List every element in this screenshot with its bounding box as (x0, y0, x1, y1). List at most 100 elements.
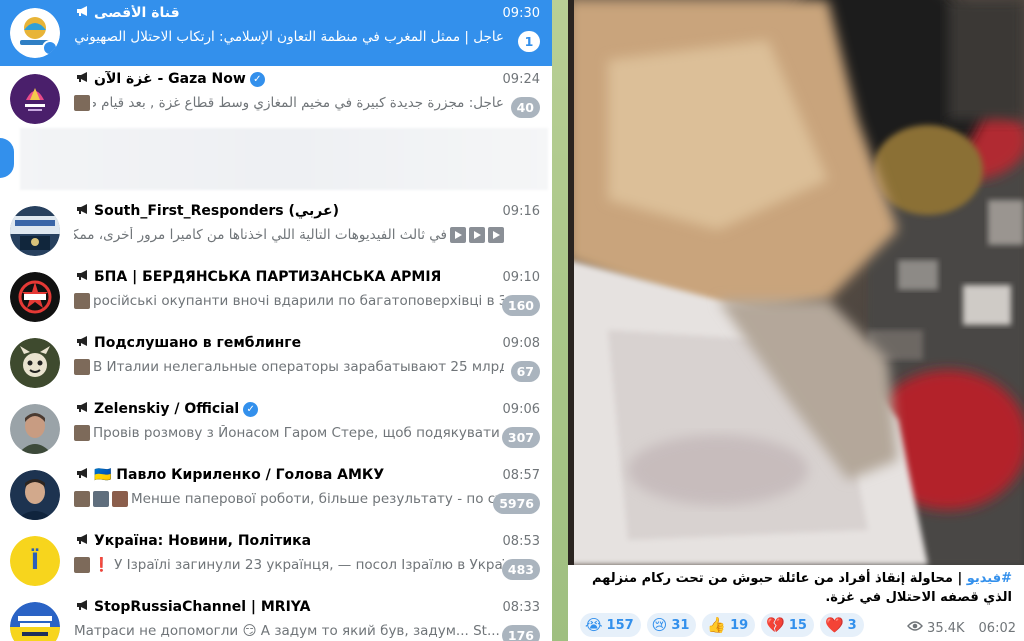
chat-time: 08:33 (502, 600, 540, 615)
chat-time: 09:06 (502, 402, 540, 417)
chat-preview: عاجل: مجزرة جديدة كبيرة في مخيم المغازي … (74, 95, 504, 111)
chat-time: 09:08 (502, 336, 540, 351)
chat-title: StopRussiaChannel | MRIYA (76, 599, 496, 615)
unread-count-badge: 5976 (493, 493, 540, 514)
chat-row-channel-kyrylenko[interactable]: 🇺🇦 Павло Кириленко / Голова АМКУ 08:57 Мен… (0, 462, 552, 528)
chat-title: South_First_Responders (عربي) (76, 203, 496, 219)
chat-preview-text: Менше паперової роботи, більше результат… (131, 491, 504, 507)
reaction-count: 3 (847, 617, 857, 633)
unread-count-badge: 307 (501, 427, 540, 448)
chat-time: 09:24 (502, 72, 540, 87)
chat-title-text: БПА | БЕРДЯНСЬКА ПАРТИЗАНСЬКА АРМІЯ (94, 269, 442, 285)
chat-title-text: Zelenskiy / Official (94, 401, 240, 417)
reaction-chip[interactable]: ❤️ 3 (819, 613, 864, 637)
chat-title: Україна: Новини, Політика (76, 533, 496, 549)
megaphone-icon (76, 533, 90, 549)
reaction-chip[interactable]: 💔 15 (761, 613, 814, 637)
views-eye-icon (907, 620, 923, 636)
chat-row-channel-gaza-now[interactable]: غزة الآن - Gaza Now ✓ 09:24 عاجل: مجزرة جدي… (0, 66, 552, 132)
reaction-emoji-icon: 👍 (707, 615, 727, 634)
chat-row-channel-south-first-responders[interactable]: South_First_Responders (عربي) 09:16 في ثال… (0, 198, 552, 264)
views-count: 35.4K (927, 620, 965, 636)
video-thumbnail-icon (450, 227, 466, 243)
chat-title: Zelenskiy / Official ✓ (76, 401, 496, 417)
reaction-emoji-icon: 💔 (766, 615, 785, 634)
video-thumbnail-icon (488, 227, 504, 243)
chat-row-channel-zelenskiy[interactable]: Zelenskiy / Official ✓ 09:06 Провів розмову… (0, 396, 552, 462)
megaphone-icon (76, 467, 90, 483)
chat-preview: في ثالث الفيديوهات التالية اللي اخذناها … (74, 227, 504, 243)
unread-count-badge: 1 (518, 31, 540, 52)
reaction-count: 19 (730, 617, 749, 633)
megaphone-icon (76, 335, 90, 351)
chat-title-text: 🇺🇦 Павло Кириленко / Голова АМКУ (94, 467, 385, 483)
reactions-bar: 😭 157 😢 31 👍 19 💔 15 ❤️ 3 (580, 613, 864, 637)
chat-preview-text: Матраси не допомогли 😏 А задум то який б… (74, 623, 500, 639)
chat-preview-text: عاجل: مجزرة جديدة كبيرة في مخيم المغازي … (93, 95, 504, 111)
chat-row-channel-al-aqsa[interactable]: قناة الأقصى 09:30 عاجل | ممثل المغرب في من… (0, 0, 552, 66)
unread-count-badge: 176 (501, 625, 540, 641)
chat-preview-text: Провів розмову з Йонасом Гаром Стере, що… (93, 425, 504, 441)
reaction-count: 31 (671, 617, 690, 633)
stoprussia-logo-avatar (10, 602, 60, 641)
media-thumbnail-icon (74, 491, 90, 507)
megaphone-icon (76, 203, 90, 219)
reaction-emoji-icon: 😭 (585, 615, 603, 634)
post-meta: 35.4K 06:02 (907, 620, 1016, 636)
megaphone-icon (76, 401, 90, 417)
chat-preview: ❗ У Ізраїлі загинули 23 українця, — посо… (74, 557, 504, 573)
chat-time: 08:57 (502, 468, 540, 483)
chat-preview: Провів розмову з Йонасом Гаром Стере, що… (74, 425, 504, 441)
chat-time: 09:10 (502, 270, 540, 285)
verified-badge-icon: ✓ (243, 401, 259, 417)
chat-title: Подслушано в гемблинге (76, 335, 496, 351)
caption-hashtag[interactable]: #فيديو (967, 571, 1012, 586)
media-thumbnail-icon (93, 491, 109, 507)
video-thumbnail-icon (469, 227, 485, 243)
chat-preview-text: ❗ У Ізраїлі загинули 23 українця, — посо… (93, 557, 504, 573)
media-thumbnail-icon (74, 293, 90, 309)
svg-text:Ї: Ї (31, 549, 39, 575)
media-thumbnail-icon (74, 425, 90, 441)
caption-text: | محاولة إنقاذ أفراد من عائلة حبوش من تح… (591, 571, 1012, 605)
video-frame (568, 0, 1024, 565)
reaction-chip[interactable]: 👍 19 (702, 613, 756, 637)
chat-title: 🇺🇦 Павло Кириленко / Голова АМКУ (76, 467, 496, 483)
responders-photo-avatar (10, 206, 60, 256)
chat-preview-text: عاجل | ممثل المغرب في منظمة التعاون الإس… (74, 29, 504, 45)
video-player[interactable] (568, 0, 1024, 565)
post-time: 06:02 (978, 620, 1016, 636)
gambling-logo-avatar (10, 338, 60, 388)
obscured-avatar-edge (0, 138, 14, 178)
al-aqsa-logo-avatar (10, 8, 60, 58)
gaza-now-logo-avatar (10, 74, 60, 124)
obscured-chat-row[interactable] (20, 128, 548, 190)
megaphone-icon (76, 599, 90, 615)
chat-title: БПА | БЕРДЯНСЬКА ПАРТИЗАНСЬКА АРМІЯ (76, 269, 496, 285)
reaction-chip[interactable]: 😭 157 (580, 613, 641, 637)
chat-preview-text: В Италии нелегальные операторы зарабатыв… (93, 359, 504, 375)
unread-count-badge: 160 (501, 295, 540, 316)
media-thumbnail-icon (74, 95, 90, 111)
reaction-emoji-icon: 😢 (651, 615, 668, 634)
chat-row-channel-podslushano[interactable]: Подслушано в гемблинге 09:08 В Италии неле… (0, 330, 552, 396)
chat-title-text: قناة الأقصى (94, 5, 180, 21)
unread-count-badge: 483 (501, 559, 540, 580)
verified-badge-icon: ✓ (249, 71, 265, 87)
chat-title-text: Подслушано в гемблинге (94, 335, 302, 351)
chat-preview: В Италии нелегальные операторы зарабатыв… (74, 359, 504, 375)
chat-preview: Матраси не допомогли 😏 А задум то який б… (74, 623, 504, 639)
unread-count-badge: 67 (510, 361, 540, 382)
megaphone-icon (76, 269, 90, 285)
bpa-logo-avatar (10, 272, 60, 322)
reaction-count: 15 (788, 617, 807, 633)
chat-row-channel-ukraina-novyny[interactable]: Ї Україна: Новини, Політика 08:53 ❗ У Ізраї… (0, 528, 552, 594)
chat-row-channel-stoprussia[interactable]: StopRussiaChannel | MRIYA 08:33 Матраси не… (0, 594, 552, 641)
chat-row-channel-bpa[interactable]: БПА | БЕРДЯНСЬКА ПАРТИЗАНСЬКА АРМІЯ 09:10… (0, 264, 552, 330)
post-caption: #فيديو | محاولة إنقاذ أفراد من عائلة حبو… (568, 566, 1024, 611)
chat-time: 09:30 (502, 6, 540, 21)
unread-count-badge: 40 (510, 97, 540, 118)
chat-title: قناة الأقصى (76, 5, 496, 21)
reaction-chip[interactable]: 😢 31 (646, 613, 697, 637)
zelenskiy-photo-avatar (10, 404, 60, 454)
